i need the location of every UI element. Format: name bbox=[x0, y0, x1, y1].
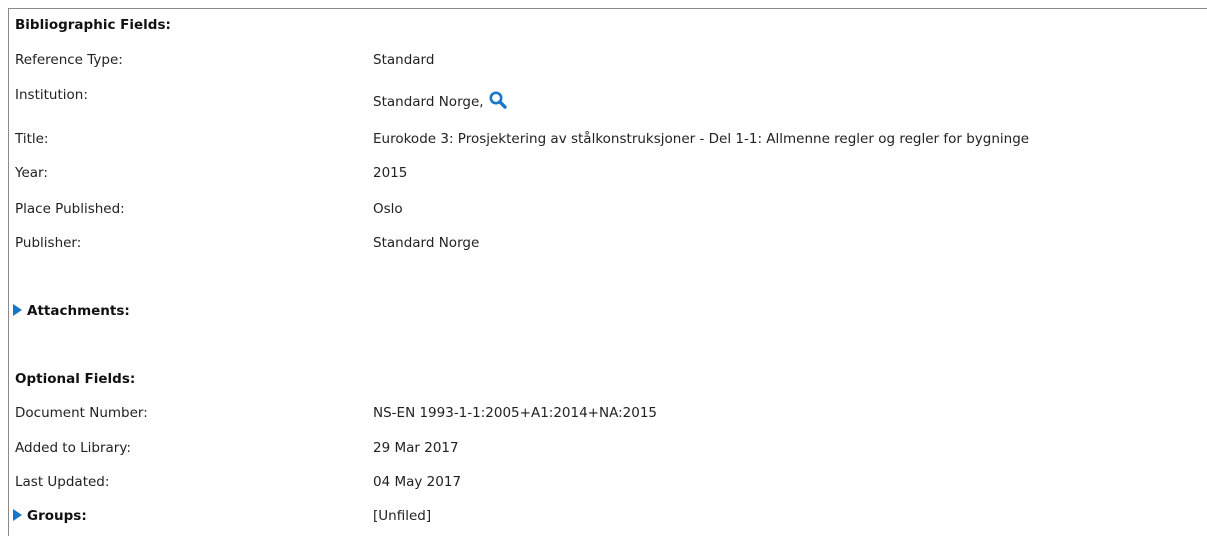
bibliographic-section-title: Bibliographic Fields: bbox=[15, 17, 171, 33]
optional-header-row: Optional Fields: bbox=[9, 371, 1207, 391]
place-published-label: Place Published: bbox=[15, 201, 125, 217]
field-row-place-published: Place Published: Oslo bbox=[9, 201, 1207, 221]
publisher-label: Publisher: bbox=[15, 235, 82, 251]
expand-triangle-icon bbox=[13, 304, 22, 316]
field-row-institution: Institution: Standard Norge, bbox=[9, 87, 1207, 110]
field-row-publisher: Publisher: Standard Norge bbox=[9, 235, 1207, 255]
added-to-library-value: 29 Mar 2017 bbox=[373, 440, 459, 456]
place-published-value: Oslo bbox=[373, 201, 403, 217]
optional-section-title: Optional Fields: bbox=[15, 371, 136, 387]
groups-label: Groups: bbox=[27, 508, 87, 524]
document-number-value: NS-EN 1993-1-1:2005+A1:2014+NA:2015 bbox=[373, 405, 657, 421]
groups-toggle[interactable]: Groups: bbox=[13, 508, 87, 524]
institution-value: Standard Norge, bbox=[373, 94, 484, 110]
title-label: Title: bbox=[15, 131, 49, 147]
reference-type-label: Reference Type: bbox=[15, 52, 123, 68]
year-value: 2015 bbox=[373, 165, 408, 181]
publisher-value: Standard Norge bbox=[373, 235, 480, 251]
institution-value-group: Standard Norge, bbox=[373, 90, 508, 110]
last-updated-label: Last Updated: bbox=[15, 474, 110, 490]
attachments-toggle[interactable]: Attachments: bbox=[13, 303, 130, 319]
field-row-reference-type: Reference Type: Standard bbox=[9, 52, 1207, 72]
groups-row: Groups: [Unfiled] bbox=[9, 508, 1207, 528]
institution-label: Institution: bbox=[15, 87, 88, 103]
field-row-year: Year: 2015 bbox=[9, 165, 1207, 185]
field-row-title: Title: Eurokode 3: Prosjektering av stål… bbox=[9, 131, 1207, 151]
document-number-label: Document Number: bbox=[15, 405, 148, 421]
field-row-document-number: Document Number: NS-EN 1993-1-1:2005+A1:… bbox=[9, 405, 1207, 425]
reference-type-value: Standard bbox=[373, 52, 435, 68]
expand-triangle-icon bbox=[13, 509, 22, 521]
reference-details-panel: Bibliographic Fields: Reference Type: St… bbox=[8, 8, 1207, 536]
attachments-row: Attachments: bbox=[9, 303, 1207, 323]
title-value: Eurokode 3: Prosjektering av stålkonstru… bbox=[373, 131, 1030, 147]
groups-value: [Unfiled] bbox=[373, 508, 432, 524]
attachments-label: Attachments: bbox=[27, 303, 130, 319]
last-updated-value: 04 May 2017 bbox=[373, 474, 462, 490]
field-row-last-updated: Last Updated: 04 May 2017 bbox=[9, 474, 1207, 494]
added-to-library-label: Added to Library: bbox=[15, 440, 131, 456]
bibliographic-header-row: Bibliographic Fields: bbox=[9, 17, 1207, 37]
year-label: Year: bbox=[15, 165, 48, 181]
field-row-added-to-library: Added to Library: 29 Mar 2017 bbox=[9, 440, 1207, 460]
search-icon[interactable] bbox=[488, 90, 508, 110]
